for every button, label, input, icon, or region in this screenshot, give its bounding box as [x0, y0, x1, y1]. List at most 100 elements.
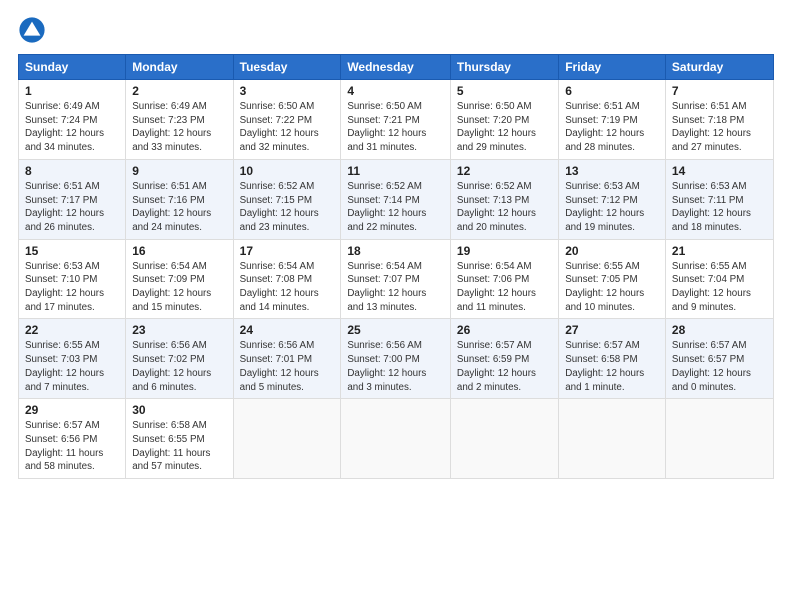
- day-info: Sunrise: 6:54 AMSunset: 7:07 PMDaylight:…: [347, 260, 444, 315]
- calendar-cell: 13 Sunrise: 6:53 AMSunset: 7:12 PMDayligh…: [559, 159, 666, 239]
- day-number: 12: [457, 164, 552, 178]
- calendar-week-5: 29 Sunrise: 6:57 AMSunset: 6:56 PMDayligh…: [19, 399, 774, 479]
- calendar-cell: 16 Sunrise: 6:54 AMSunset: 7:09 PMDayligh…: [126, 239, 233, 319]
- calendar-cell: [233, 399, 341, 479]
- day-number: 17: [240, 244, 335, 258]
- calendar-cell: 11Sunrise: 6:52 AMSunset: 7:14 PMDayligh…: [341, 159, 451, 239]
- day-number: 14: [672, 164, 767, 178]
- day-header-friday: Friday: [559, 55, 666, 80]
- calendar-cell: 6 Sunrise: 6:51 AMSunset: 7:19 PMDaylight…: [559, 80, 666, 160]
- day-info: Sunrise: 6:57 AMSunset: 6:58 PMDaylight:…: [565, 339, 659, 394]
- day-number: 8: [25, 164, 119, 178]
- day-info: Sunrise: 6:56 AMSunset: 7:02 PMDaylight:…: [132, 339, 226, 394]
- day-number: 5: [457, 84, 552, 98]
- page: SundayMondayTuesdayWednesdayThursdayFrid…: [0, 0, 792, 612]
- day-info: Sunrise: 6:53 AMSunset: 7:12 PMDaylight:…: [565, 180, 659, 235]
- calendar-cell: 19 Sunrise: 6:54 AMSunset: 7:06 PMDayligh…: [450, 239, 558, 319]
- day-number: 4: [347, 84, 444, 98]
- calendar-week-2: 8 Sunrise: 6:51 AMSunset: 7:17 PMDaylight…: [19, 159, 774, 239]
- day-number: 29: [25, 403, 119, 417]
- day-info: Sunrise: 6:49 AMSunset: 7:23 PMDaylight:…: [132, 100, 226, 155]
- calendar-header-row: SundayMondayTuesdayWednesdayThursdayFrid…: [19, 55, 774, 80]
- day-info: Sunrise: 6:54 AMSunset: 7:08 PMDaylight:…: [240, 260, 335, 315]
- calendar-cell: 29 Sunrise: 6:57 AMSunset: 6:56 PMDayligh…: [19, 399, 126, 479]
- day-info: Sunrise: 6:58 AMSunset: 6:55 PMDaylight:…: [132, 419, 226, 474]
- day-number: 1: [25, 84, 119, 98]
- day-number: 20: [565, 244, 659, 258]
- calendar-cell: 18 Sunrise: 6:54 AMSunset: 7:07 PMDayligh…: [341, 239, 451, 319]
- calendar-cell: 28 Sunrise: 6:57 AMSunset: 6:57 PMDayligh…: [665, 319, 773, 399]
- calendar-cell: 17 Sunrise: 6:54 AMSunset: 7:08 PMDayligh…: [233, 239, 341, 319]
- day-number: 16: [132, 244, 226, 258]
- calendar-cell: 22 Sunrise: 6:55 AMSunset: 7:03 PMDayligh…: [19, 319, 126, 399]
- day-info: Sunrise: 6:55 AMSunset: 7:04 PMDaylight:…: [672, 260, 767, 315]
- calendar-cell: 3 Sunrise: 6:50 AMSunset: 7:22 PMDaylight…: [233, 80, 341, 160]
- calendar-cell: 14 Sunrise: 6:53 AMSunset: 7:11 PMDayligh…: [665, 159, 773, 239]
- day-info: Sunrise: 6:51 AMSunset: 7:16 PMDaylight:…: [132, 180, 226, 235]
- calendar-cell: 8 Sunrise: 6:51 AMSunset: 7:17 PMDaylight…: [19, 159, 126, 239]
- day-info: Sunrise: 6:57 AMSunset: 6:57 PMDaylight:…: [672, 339, 767, 394]
- day-info: Sunrise: 6:52 AMSunset: 7:15 PMDaylight:…: [240, 180, 335, 235]
- calendar-week-3: 15Sunrise: 6:53 AMSunset: 7:10 PMDayligh…: [19, 239, 774, 319]
- calendar-cell: 5 Sunrise: 6:50 AMSunset: 7:20 PMDaylight…: [450, 80, 558, 160]
- day-number: 3: [240, 84, 335, 98]
- day-info: Sunrise: 6:54 AMSunset: 7:06 PMDaylight:…: [457, 260, 552, 315]
- day-info: Sunrise: 6:50 AMSunset: 7:20 PMDaylight:…: [457, 100, 552, 155]
- day-number: 19: [457, 244, 552, 258]
- calendar-cell: 10 Sunrise: 6:52 AMSunset: 7:15 PMDayligh…: [233, 159, 341, 239]
- day-header-sunday: Sunday: [19, 55, 126, 80]
- day-info: Sunrise: 6:53 AMSunset: 7:11 PMDaylight:…: [672, 180, 767, 235]
- calendar-cell: 12Sunrise: 6:52 AMSunset: 7:13 PMDayligh…: [450, 159, 558, 239]
- logo-icon: [18, 16, 46, 44]
- day-info: Sunrise: 6:57 AMSunset: 6:59 PMDaylight:…: [457, 339, 552, 394]
- day-header-saturday: Saturday: [665, 55, 773, 80]
- calendar-cell: 26 Sunrise: 6:57 AMSunset: 6:59 PMDayligh…: [450, 319, 558, 399]
- day-number: 7: [672, 84, 767, 98]
- day-number: 2: [132, 84, 226, 98]
- day-info: Sunrise: 6:49 AMSunset: 7:24 PMDaylight:…: [25, 100, 119, 155]
- calendar-week-4: 22 Sunrise: 6:55 AMSunset: 7:03 PMDayligh…: [19, 319, 774, 399]
- day-info: Sunrise: 6:51 AMSunset: 7:17 PMDaylight:…: [25, 180, 119, 235]
- day-header-monday: Monday: [126, 55, 233, 80]
- day-info: Sunrise: 6:54 AMSunset: 7:09 PMDaylight:…: [132, 260, 226, 315]
- calendar-cell: 21Sunrise: 6:55 AMSunset: 7:04 PMDayligh…: [665, 239, 773, 319]
- day-info: Sunrise: 6:52 AMSunset: 7:14 PMDaylight:…: [347, 180, 444, 235]
- day-info: Sunrise: 6:57 AMSunset: 6:56 PMDaylight:…: [25, 419, 119, 474]
- day-info: Sunrise: 6:50 AMSunset: 7:22 PMDaylight:…: [240, 100, 335, 155]
- calendar-cell: 30 Sunrise: 6:58 AMSunset: 6:55 PMDayligh…: [126, 399, 233, 479]
- day-number: 25: [347, 323, 444, 337]
- calendar-cell: 23 Sunrise: 6:56 AMSunset: 7:02 PMDayligh…: [126, 319, 233, 399]
- day-info: Sunrise: 6:55 AMSunset: 7:03 PMDaylight:…: [25, 339, 119, 394]
- day-info: Sunrise: 6:51 AMSunset: 7:19 PMDaylight:…: [565, 100, 659, 155]
- logo: [18, 16, 48, 44]
- day-number: 18: [347, 244, 444, 258]
- calendar-cell: 9 Sunrise: 6:51 AMSunset: 7:16 PMDaylight…: [126, 159, 233, 239]
- calendar-cell: [450, 399, 558, 479]
- day-number: 23: [132, 323, 226, 337]
- calendar-cell: [665, 399, 773, 479]
- calendar-week-1: 1 Sunrise: 6:49 AMSunset: 7:24 PMDaylight…: [19, 80, 774, 160]
- calendar-cell: 2 Sunrise: 6:49 AMSunset: 7:23 PMDaylight…: [126, 80, 233, 160]
- day-number: 6: [565, 84, 659, 98]
- day-info: Sunrise: 6:56 AMSunset: 7:00 PMDaylight:…: [347, 339, 444, 394]
- day-info: Sunrise: 6:51 AMSunset: 7:18 PMDaylight:…: [672, 100, 767, 155]
- day-info: Sunrise: 6:50 AMSunset: 7:21 PMDaylight:…: [347, 100, 444, 155]
- day-number: 26: [457, 323, 552, 337]
- calendar-cell: 24Sunrise: 6:56 AMSunset: 7:01 PMDayligh…: [233, 319, 341, 399]
- calendar-cell: [559, 399, 666, 479]
- calendar-table: SundayMondayTuesdayWednesdayThursdayFrid…: [18, 54, 774, 479]
- day-info: Sunrise: 6:55 AMSunset: 7:05 PMDaylight:…: [565, 260, 659, 315]
- calendar-cell: 20 Sunrise: 6:55 AMSunset: 7:05 PMDayligh…: [559, 239, 666, 319]
- day-number: 30: [132, 403, 226, 417]
- calendar-cell: 27 Sunrise: 6:57 AMSunset: 6:58 PMDayligh…: [559, 319, 666, 399]
- day-number: 28: [672, 323, 767, 337]
- day-number: 10: [240, 164, 335, 178]
- day-number: 13: [565, 164, 659, 178]
- day-number: 27: [565, 323, 659, 337]
- day-header-tuesday: Tuesday: [233, 55, 341, 80]
- header: [18, 16, 774, 44]
- day-header-thursday: Thursday: [450, 55, 558, 80]
- day-info: Sunrise: 6:53 AMSunset: 7:10 PMDaylight:…: [25, 260, 119, 315]
- day-number: 9: [132, 164, 226, 178]
- day-number: 22: [25, 323, 119, 337]
